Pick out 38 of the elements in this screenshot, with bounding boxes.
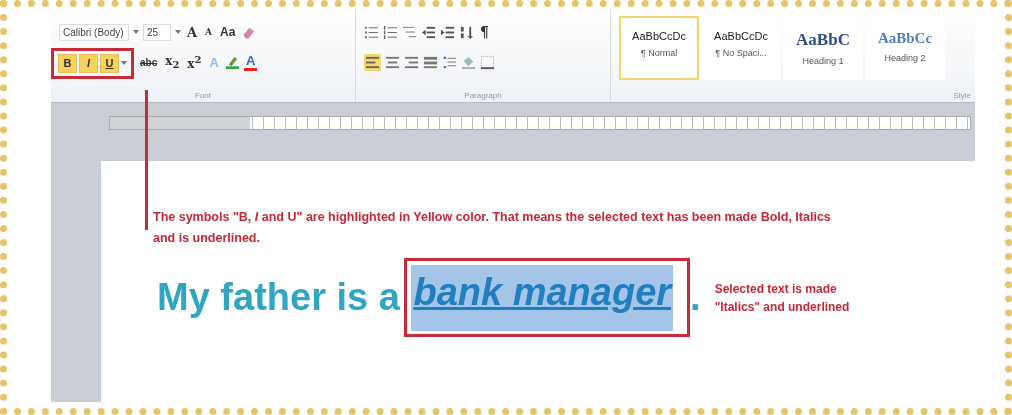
font-name-box[interactable]: Calibri (Body): [59, 23, 129, 41]
superscript-button[interactable]: x$^{2}$: [185, 53, 204, 71]
align-center-icon[interactable]: [385, 54, 400, 70]
selected-text: bank manager: [411, 265, 674, 332]
borders-icon[interactable]: [480, 54, 495, 70]
numbering-icon[interactable]: [383, 24, 398, 40]
change-case-button[interactable]: Aa: [218, 25, 238, 39]
format-button[interactable]: U: [100, 53, 119, 73]
caret-icon[interactable]: [121, 61, 127, 65]
highlighter-icon[interactable]: [224, 54, 240, 70]
caret-icon[interactable]: [133, 30, 139, 34]
subscript-button[interactable]: x$_{2}$: [163, 53, 182, 71]
multilevel-list-icon[interactable]: [402, 24, 417, 40]
font-color-button[interactable]: A: [243, 53, 258, 71]
show-marks-button[interactable]: ¶: [478, 24, 491, 40]
sort-icon[interactable]: [459, 24, 474, 40]
increase-indent-icon[interactable]: [440, 24, 455, 40]
line-spacing-icon[interactable]: [442, 54, 457, 70]
shrink-font-button[interactable]: A: [203, 27, 215, 37]
format-button[interactable]: B: [58, 53, 77, 73]
group-label: Paragraph: [463, 91, 503, 100]
font-size-box[interactable]: 25: [143, 23, 171, 41]
align-left-icon[interactable]: [364, 53, 381, 71]
annotation-text: Selected text is made "Italics" and underlined: [714, 280, 851, 316]
grow-font-button[interactable]: A: [185, 24, 200, 40]
justify-icon[interactable]: [423, 54, 438, 70]
style-item[interactable]: AaBbCcDc ¶ Normal: [619, 16, 699, 80]
group-label: Style: [952, 91, 972, 100]
sentence-text: .: [690, 276, 701, 320]
sentence-text: My father is a: [157, 276, 401, 320]
strikethrough-button[interactable]: abc: [138, 56, 160, 68]
align-right-icon[interactable]: [404, 54, 419, 70]
decrease-indent-icon[interactable]: [421, 24, 436, 40]
bullets-icon[interactable]: [364, 24, 379, 40]
caret-icon[interactable]: [175, 30, 181, 34]
group-label: Font: [194, 91, 212, 100]
format-button[interactable]: I: [79, 53, 98, 73]
annotation-text: The symbols "B, I and U" are highlighted in Yellow color. That means the selected text has been made Bold, Italics and is underlined.: [153, 209, 832, 247]
